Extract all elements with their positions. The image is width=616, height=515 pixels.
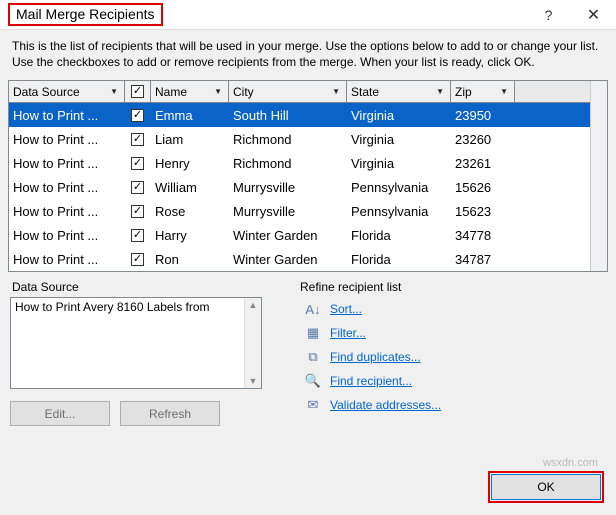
check-all-icon[interactable]: ✓ bbox=[131, 85, 144, 98]
window-title: Mail Merge Recipients bbox=[8, 3, 163, 26]
scroll-down-icon[interactable]: ▼ bbox=[249, 376, 258, 386]
filter-link[interactable]: Filter... bbox=[330, 326, 366, 340]
refresh-button[interactable]: Refresh bbox=[120, 401, 220, 426]
row-checkbox[interactable]: ✓ bbox=[131, 157, 144, 170]
table-row[interactable]: How to Print ... ✓ Ron Winter Garden Flo… bbox=[9, 247, 590, 271]
col-data-source[interactable]: Data Source ▼ bbox=[9, 81, 125, 102]
vertical-scrollbar[interactable] bbox=[590, 81, 607, 271]
sort-arrow-icon: ▼ bbox=[436, 87, 444, 96]
duplicates-icon: ⧉ bbox=[304, 349, 322, 365]
ok-button[interactable]: OK bbox=[491, 474, 601, 500]
instructions-text: This is the list of recipients that will… bbox=[0, 30, 616, 80]
row-checkbox[interactable]: ✓ bbox=[131, 109, 144, 122]
col-zip[interactable]: Zip ▼ bbox=[451, 81, 515, 102]
sort-link[interactable]: Sort... bbox=[330, 302, 362, 316]
row-checkbox[interactable]: ✓ bbox=[131, 229, 144, 242]
validate-link-row: ✉ Validate addresses... bbox=[298, 393, 606, 417]
table-header: Data Source ▼ ✓ Name ▼ City ▼ State ▼ Zi… bbox=[9, 81, 590, 103]
data-source-item[interactable]: How to Print Avery 8160 Labels from bbox=[11, 298, 244, 388]
table-row[interactable]: How to Print ... ✓ William Murrysville P… bbox=[9, 175, 590, 199]
data-source-panel: Data Source How to Print Avery 8160 Labe… bbox=[10, 280, 278, 426]
table-row[interactable]: How to Print ... ✓ Emma South Hill Virgi… bbox=[9, 103, 590, 127]
listbox-scrollbar[interactable]: ▲ ▼ bbox=[244, 298, 261, 388]
refine-label: Refine recipient list bbox=[298, 280, 606, 294]
validate-addresses-link[interactable]: Validate addresses... bbox=[330, 398, 441, 412]
watermark: wsxdn.com bbox=[543, 457, 598, 469]
row-checkbox[interactable]: ✓ bbox=[131, 253, 144, 266]
data-source-listbox[interactable]: How to Print Avery 8160 Labels from ▲ ▼ bbox=[10, 297, 262, 389]
recipient-link-row: 🔍 Find recipient... bbox=[298, 369, 606, 393]
table-row[interactable]: How to Print ... ✓ Rose Murrysville Penn… bbox=[9, 199, 590, 223]
find-recipient-icon: 🔍 bbox=[304, 373, 322, 389]
row-checkbox[interactable]: ✓ bbox=[131, 205, 144, 218]
filter-link-row: ▦ Filter... bbox=[298, 321, 606, 345]
col-checkbox-all[interactable]: ✓ bbox=[125, 81, 151, 102]
recipients-table: Data Source ▼ ✓ Name ▼ City ▼ State ▼ Zi… bbox=[8, 80, 608, 272]
sort-arrow-icon: ▼ bbox=[500, 87, 508, 96]
validate-icon: ✉ bbox=[304, 397, 322, 413]
duplicates-link-row: ⧉ Find duplicates... bbox=[298, 345, 606, 369]
sort-arrow-icon: ▼ bbox=[332, 87, 340, 96]
table-row[interactable]: How to Print ... ✓ Henry Richmond Virgin… bbox=[9, 151, 590, 175]
row-checkbox[interactable]: ✓ bbox=[131, 133, 144, 146]
col-name[interactable]: Name ▼ bbox=[151, 81, 229, 102]
sort-arrow-icon: ▼ bbox=[214, 87, 222, 96]
filter-icon: ▦ bbox=[304, 325, 322, 341]
sort-arrow-icon: ▼ bbox=[110, 87, 118, 96]
find-duplicates-link[interactable]: Find duplicates... bbox=[330, 350, 421, 364]
help-button[interactable]: ? bbox=[526, 0, 571, 30]
sort-icon: A↓ bbox=[304, 301, 322, 317]
table-row[interactable]: How to Print ... ✓ Harry Winter Garden F… bbox=[9, 223, 590, 247]
ok-highlight: OK bbox=[488, 471, 604, 503]
scroll-up-icon[interactable]: ▲ bbox=[249, 300, 258, 310]
sort-link-row: A↓ Sort... bbox=[298, 297, 606, 321]
edit-button[interactable]: Edit... bbox=[10, 401, 110, 426]
titlebar: Mail Merge Recipients ? ✕ bbox=[0, 0, 616, 30]
find-recipient-link[interactable]: Find recipient... bbox=[330, 374, 412, 388]
data-source-label: Data Source bbox=[10, 280, 278, 294]
row-checkbox[interactable]: ✓ bbox=[131, 181, 144, 194]
close-button[interactable]: ✕ bbox=[571, 0, 616, 30]
refine-panel: Refine recipient list A↓ Sort... ▦ Filte… bbox=[298, 280, 606, 426]
col-state[interactable]: State ▼ bbox=[347, 81, 451, 102]
table-row[interactable]: How to Print ... ✓ Liam Richmond Virgini… bbox=[9, 127, 590, 151]
col-city[interactable]: City ▼ bbox=[229, 81, 347, 102]
